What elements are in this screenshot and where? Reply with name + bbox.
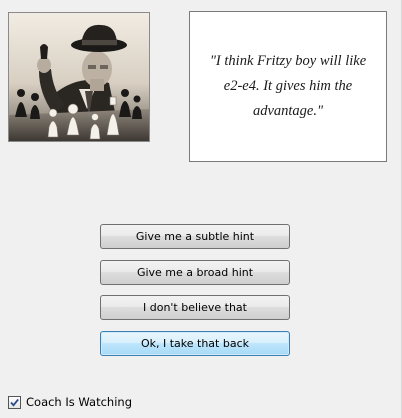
take-back-button[interactable]: Ok, I take that back — [100, 331, 290, 356]
coach-watching-label: Coach Is Watching — [26, 395, 133, 409]
coach-dialog: "I think Fritzy boy will like e2-e4. It … — [0, 0, 402, 418]
coach-watching-option[interactable]: Coach Is Watching — [8, 394, 132, 410]
coach-quote-box: "I think Fritzy boy will like e2-e4. It … — [189, 11, 387, 162]
coach-watching-checkbox[interactable] — [8, 395, 21, 409]
subtle-hint-button[interactable]: Give me a subtle hint — [100, 224, 290, 249]
coach-quote-text: "I think Fritzy boy will like e2-e4. It … — [209, 53, 367, 119]
coach-portrait-image — [8, 12, 150, 142]
check-mark-icon — [10, 398, 19, 407]
broad-hint-button[interactable]: Give me a broad hint — [100, 260, 290, 285]
dont-believe-button[interactable]: I don't believe that — [100, 295, 290, 320]
